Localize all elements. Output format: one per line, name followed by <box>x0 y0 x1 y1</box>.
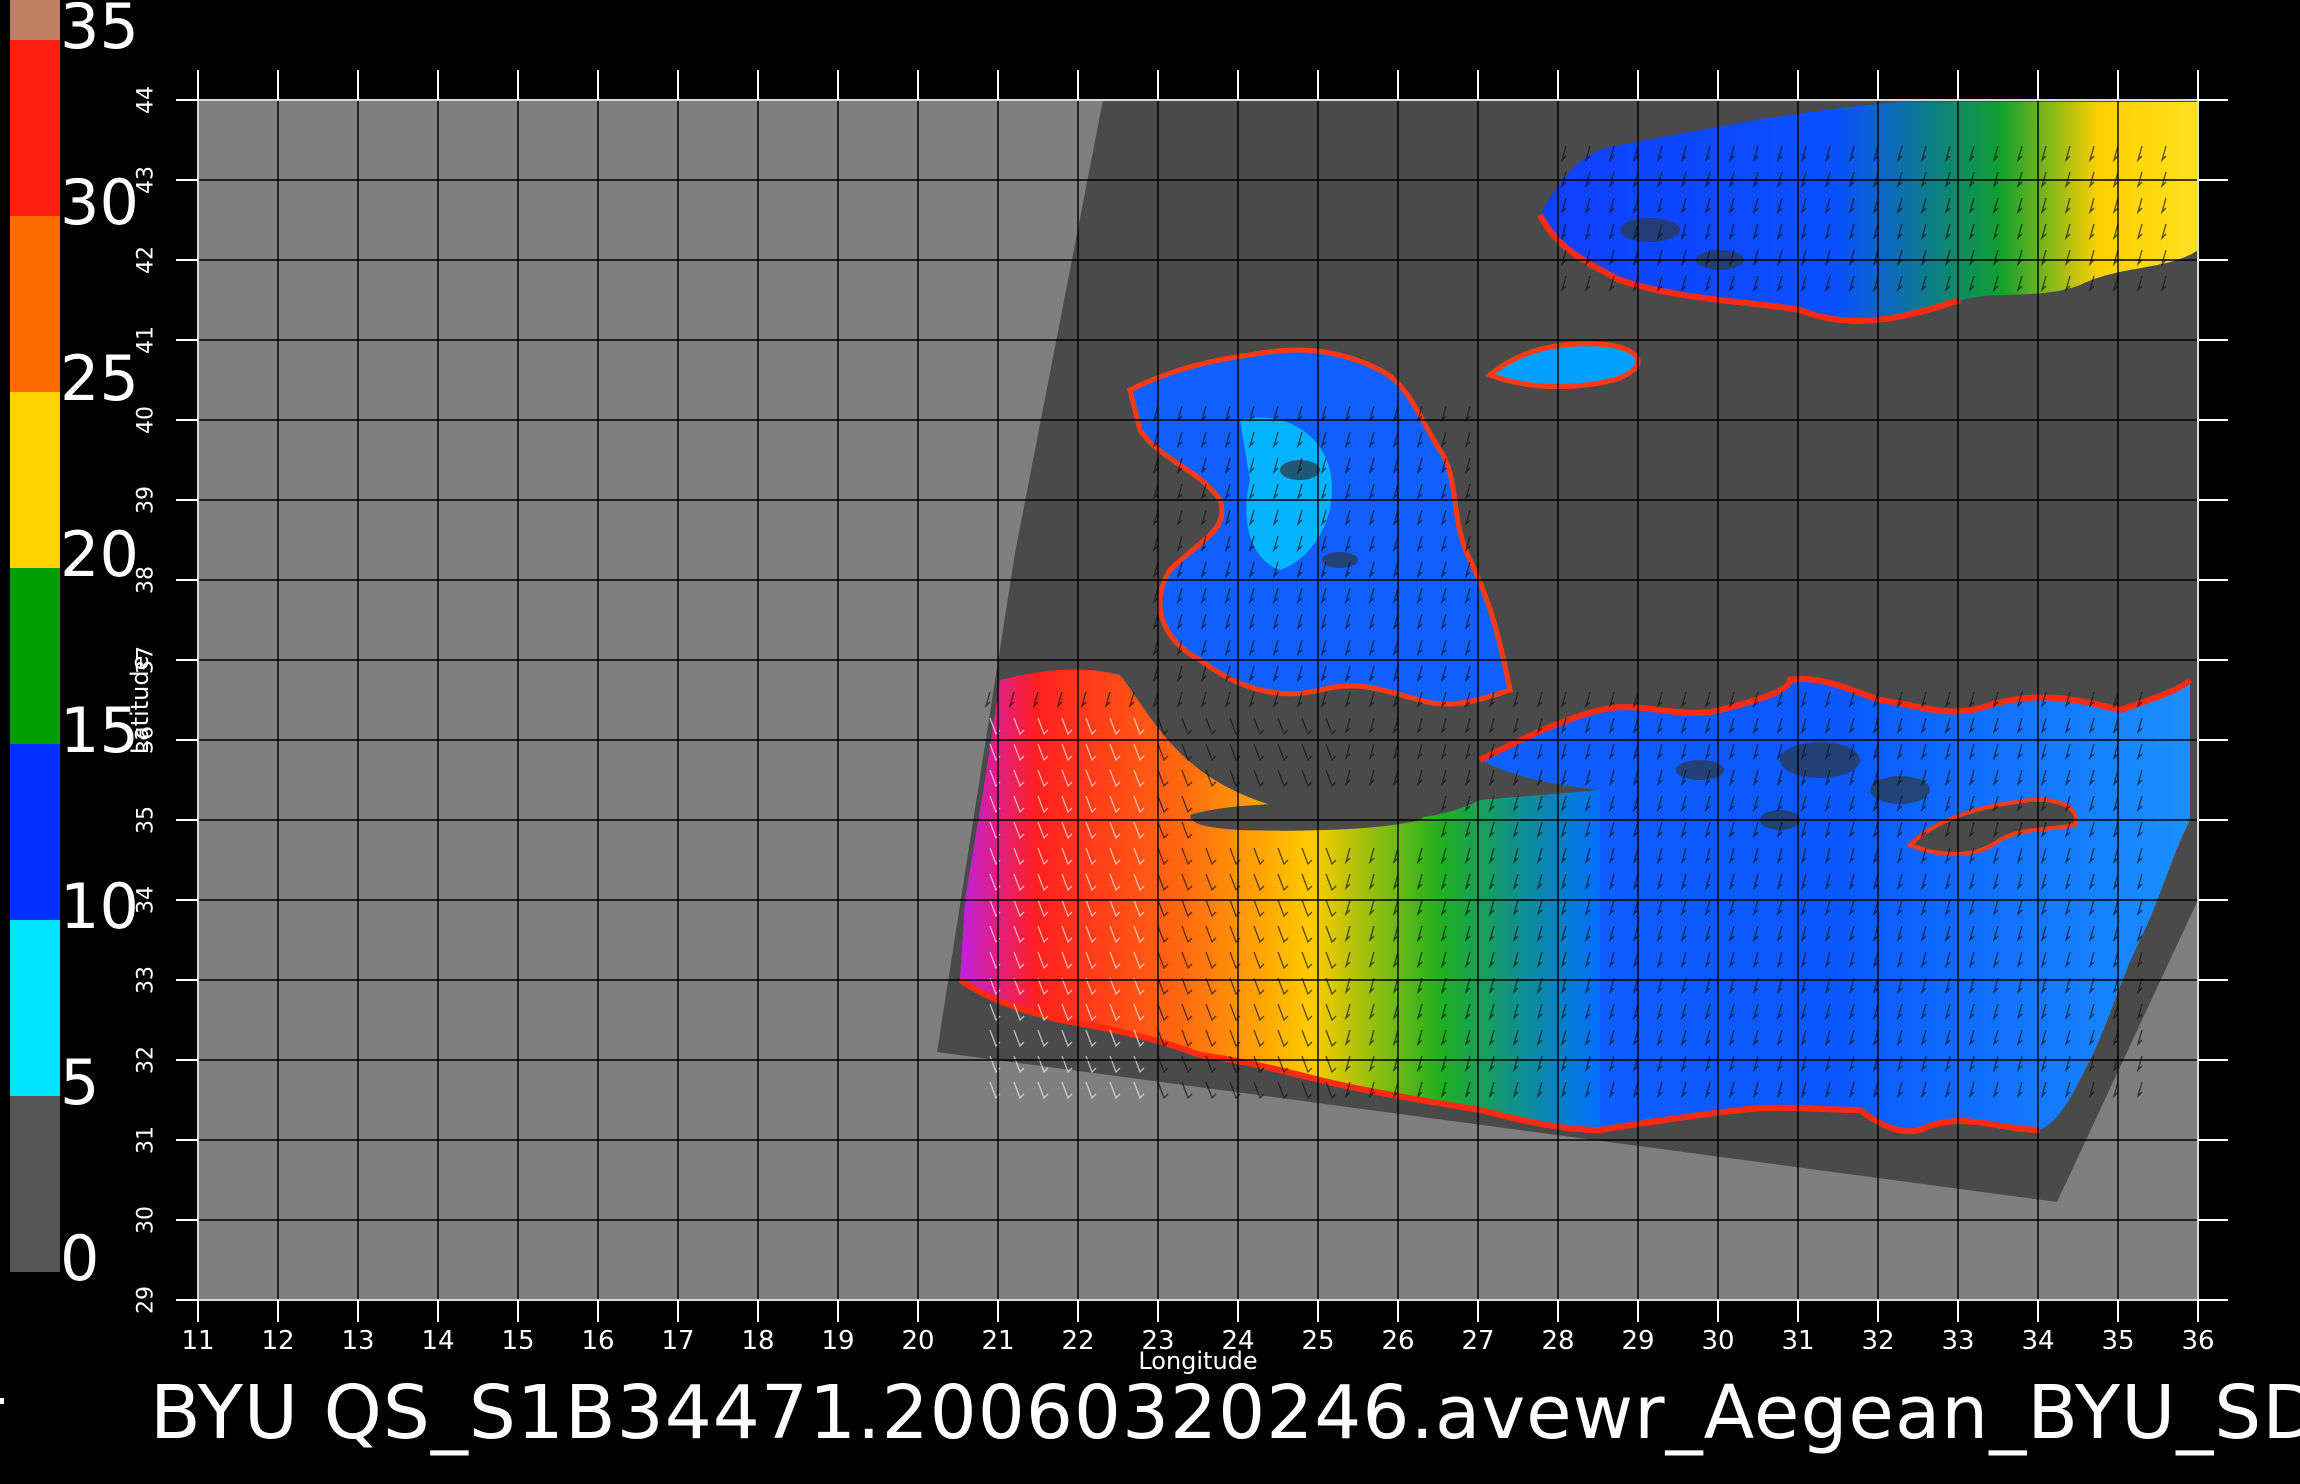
y-axis-title: Latitude <box>126 655 154 755</box>
lat-tick-label: 32 <box>133 1046 159 1074</box>
colorbar-segment <box>10 0 60 40</box>
lon-tick-label: 20 <box>901 1326 935 1356</box>
lon-tick-label: 14 <box>421 1326 455 1356</box>
map-plot <box>10 0 2228 1322</box>
lon-tick-label: 34 <box>2021 1326 2055 1356</box>
colorbar-label: 25 <box>60 342 139 415</box>
lat-tick-label: 44 <box>133 86 159 114</box>
lon-tick-label: 33 <box>1941 1326 1975 1356</box>
lon-tick-label: 31 <box>1781 1326 1815 1356</box>
lon-tick-label: 26 <box>1381 1326 1415 1356</box>
colorbar-segment <box>10 744 60 920</box>
colorbar-label: 30 <box>60 166 139 239</box>
colorbar-segment <box>10 568 60 744</box>
product-caption: BYU QS_S1B34471.20060320246.avewr_Aegean… <box>150 1370 2300 1456</box>
lat-tick-label: 30 <box>133 1206 159 1234</box>
lon-tick-label: 12 <box>261 1326 295 1356</box>
lon-tick-label: 27 <box>1461 1326 1495 1356</box>
lat-tick-label: 35 <box>133 806 159 834</box>
colorbar-segment <box>10 920 60 1096</box>
lon-tick-label: 19 <box>821 1326 855 1356</box>
colorbar-segment <box>10 216 60 392</box>
lon-tick-label: 11 <box>181 1326 215 1356</box>
lon-tick-label: 30 <box>1701 1326 1735 1356</box>
lon-tick-label: 28 <box>1541 1326 1575 1356</box>
lat-tick-label: 31 <box>133 1126 159 1154</box>
lat-tick-label: 33 <box>133 966 159 994</box>
lat-tick-label: 42 <box>133 246 159 274</box>
colorbar-segment <box>10 1096 60 1272</box>
lon-tick-label: 18 <box>741 1326 775 1356</box>
colorbar-label: 10 <box>60 870 139 943</box>
lon-tick-label: 25 <box>1301 1326 1335 1356</box>
wind-speed-map: 11 12 13 14 15 16 17 18 19 20 21 22 23 24 25 26 27 28 29 30… <box>0 0 2300 1480</box>
lon-tick-label: 15 <box>501 1326 535 1356</box>
lon-tick-label: 13 <box>341 1326 375 1356</box>
lon-tick-label: 17 <box>661 1326 695 1356</box>
lon-tick-label: 35 <box>2101 1326 2135 1356</box>
lat-tick-label: 29 <box>133 1286 159 1314</box>
lon-tick-label: 32 <box>1861 1326 1895 1356</box>
colorbar-segment <box>10 392 60 568</box>
colorbar <box>10 0 60 1272</box>
colorbar-label: 20 <box>60 518 139 591</box>
colorbar-segment <box>10 40 60 216</box>
colorbar-label: 35 <box>60 0 139 63</box>
lat-tick-label: 39 <box>133 486 159 514</box>
lon-tick-label: 22 <box>1061 1326 1095 1356</box>
lon-tick-label: 16 <box>581 1326 615 1356</box>
edge-mark <box>0 1398 4 1404</box>
lon-tick-label: 36 <box>2181 1326 2215 1356</box>
colorbar-label: 5 <box>60 1046 100 1119</box>
colorbar-label: 0 <box>60 1222 100 1295</box>
lon-tick-label: 29 <box>1621 1326 1655 1356</box>
lon-tick-label: 21 <box>981 1326 1015 1356</box>
